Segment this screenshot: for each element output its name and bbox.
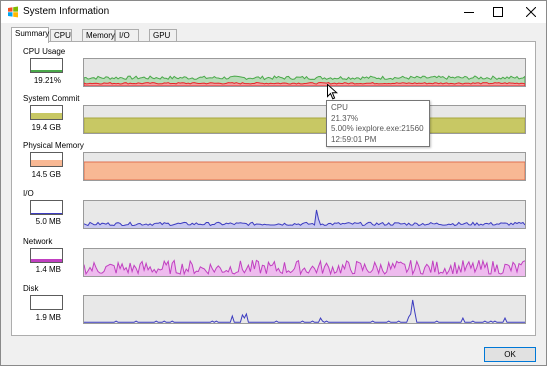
disk-meter	[30, 295, 63, 310]
physical-memory-label: Physical Memory	[23, 141, 84, 150]
tooltip-time: 12:59:01 PM	[331, 134, 377, 144]
physical-memory-series	[84, 161, 525, 180]
tab-summary[interactable]: Summary	[11, 27, 49, 43]
io-label: I/O	[23, 189, 34, 198]
io-meter	[30, 200, 63, 215]
close-icon	[526, 7, 536, 17]
io-series-line	[84, 209, 525, 227]
tooltip-percent: 21.37%	[331, 113, 359, 123]
io-graph	[83, 200, 526, 229]
close-button[interactable]	[514, 1, 547, 23]
cpu-usage-label: CPU Usage	[23, 47, 66, 56]
disk-graph	[83, 295, 526, 324]
disk-value: 1.9 MB	[35, 313, 61, 322]
physical-memory-meter-fill	[31, 159, 62, 166]
network-meter-fill	[31, 259, 62, 262]
network-value: 1.4 MB	[35, 265, 61, 274]
system-commit-meter	[30, 105, 63, 120]
cpu-tooltip: CPU 21.37% 5.00% iexplore.exe:21560 12:5…	[326, 100, 430, 147]
maximize-button[interactable]	[481, 1, 515, 23]
network-label: Network	[23, 237, 53, 246]
physical-memory-graph	[83, 152, 526, 181]
mouse-cursor-icon	[327, 83, 339, 102]
cpu-usage-value: 19.21%	[33, 76, 61, 85]
system-commit-label: System Commit	[23, 94, 80, 103]
title-bar[interactable]: System Information	[1, 1, 546, 23]
io-value: 5.0 MB	[35, 217, 61, 226]
network-meter	[30, 248, 63, 263]
ok-button[interactable]: OK	[484, 347, 536, 362]
network-graph	[83, 248, 526, 277]
physical-memory-value: 14.5 GB	[31, 170, 61, 179]
cpu-kernel-series	[84, 81, 525, 86]
windows-logo-icon	[7, 6, 19, 18]
tooltip-process: 5.00% iexplore.exe:21560	[331, 124, 424, 133]
system-commit-value: 19.4 GB	[31, 123, 61, 132]
maximize-icon	[493, 7, 503, 17]
physical-memory-meter	[30, 152, 63, 167]
system-commit-graph	[83, 105, 526, 134]
cpu-usage-graph	[83, 58, 526, 87]
io-meter-fill	[31, 213, 62, 214]
disk-series-line	[84, 299, 525, 323]
window-title: System Information	[23, 6, 110, 17]
system-commit-series	[84, 117, 525, 133]
system-commit-meter-fill	[31, 112, 62, 119]
io-series-area	[84, 210, 525, 228]
cpu-usage-meter-fill	[31, 69, 62, 72]
tooltip-title: CPU	[331, 103, 348, 112]
cpu-usage-meter	[30, 58, 63, 73]
minimize-icon	[464, 12, 474, 13]
disk-label: Disk	[23, 284, 39, 293]
system-information-window: System Information Summary CPU Memory I/…	[0, 0, 547, 366]
